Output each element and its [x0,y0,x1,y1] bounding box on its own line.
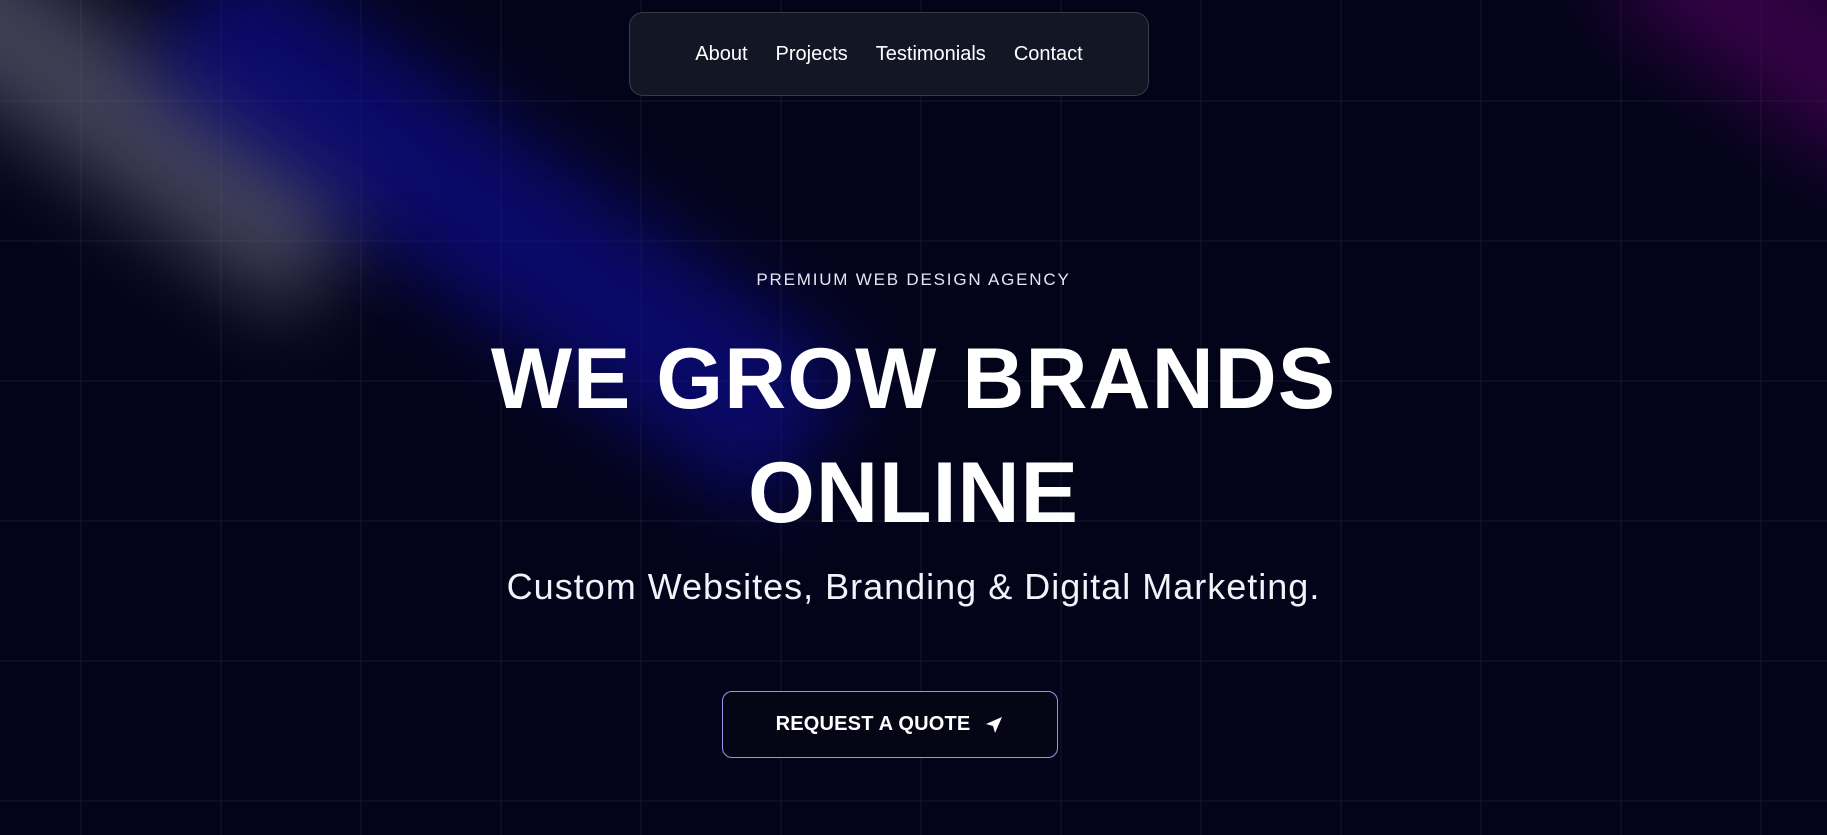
request-quote-button[interactable]: REQUEST A QUOTE [722,691,1058,758]
nav-item-projects[interactable]: Projects [776,43,848,66]
hero-eyebrow: PREMIUM WEB DESIGN AGENCY [756,270,1071,289]
hero-headline-line-2: ONLINE [748,445,1079,541]
nav-item-contact[interactable]: Contact [1014,43,1083,66]
main-navigation: About Projects Testimonials Contact [629,12,1149,96]
send-arrow-icon [984,715,1004,735]
nav-item-about[interactable]: About [695,43,747,66]
nav-item-testimonials[interactable]: Testimonials [876,43,986,66]
landing-page: About Projects Testimonials Contact PREM… [0,0,1827,835]
request-quote-label: REQUEST A QUOTE [775,713,971,735]
hero-headline: WE GROW BRANDS ONLINE [0,322,1827,550]
hero-headline-line-1: WE GROW BRANDS [490,331,1337,427]
hero-subtitle: Custom Websites, Branding & Digital Mark… [506,566,1321,607]
